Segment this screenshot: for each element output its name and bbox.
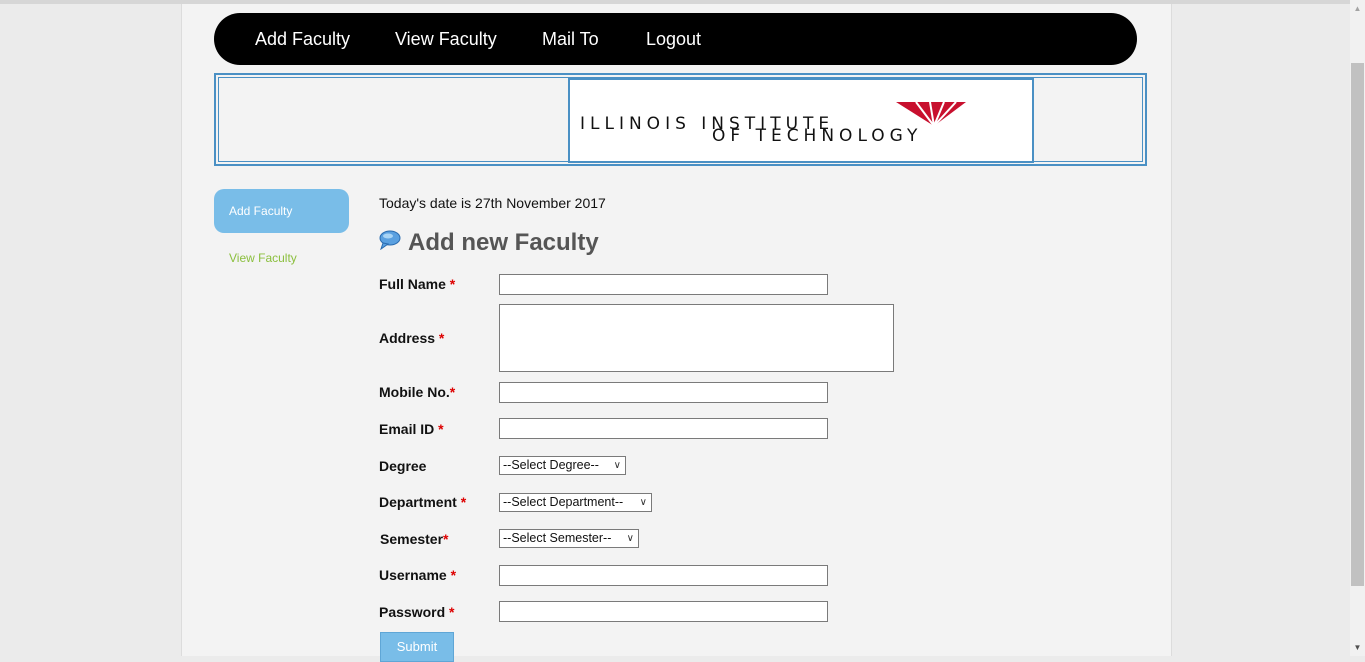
form-title: Add new Faculty bbox=[408, 229, 599, 256]
sidebar-item-view-faculty[interactable]: View Faculty bbox=[229, 251, 297, 265]
required-marker: * bbox=[460, 494, 467, 510]
username-label: Username * bbox=[379, 567, 457, 583]
required-marker: * bbox=[438, 421, 444, 437]
nav-add-faculty[interactable]: Add Faculty bbox=[255, 13, 350, 65]
full-name-label: Full Name * bbox=[379, 276, 456, 292]
semester-select[interactable]: --Select Semester-- ∨ bbox=[499, 529, 639, 548]
degree-select[interactable]: --Select Degree-- ∨ bbox=[499, 456, 626, 475]
degree-label: Degree bbox=[379, 458, 427, 474]
semester-label: Semester* bbox=[380, 531, 449, 547]
date-text: Today's date is 27th November 2017 bbox=[379, 195, 606, 211]
iit-logo: ILLINOIS INSTITUTE OF TECHNOLOGY bbox=[568, 78, 1034, 163]
sidebar-item-add-faculty[interactable]: Add Faculty bbox=[214, 189, 349, 233]
password-input[interactable] bbox=[499, 601, 828, 622]
semester-select-value: --Select Semester-- bbox=[503, 531, 612, 545]
required-marker: * bbox=[450, 567, 457, 583]
nav-logout[interactable]: Logout bbox=[646, 13, 701, 65]
nav-mail-to[interactable]: Mail To bbox=[542, 13, 599, 65]
chevron-down-icon: ∨ bbox=[626, 533, 634, 544]
scrollbar-thumb[interactable] bbox=[1351, 63, 1364, 586]
full-name-input[interactable] bbox=[499, 274, 828, 295]
required-marker: * bbox=[438, 330, 445, 346]
mobile-input[interactable] bbox=[499, 382, 828, 403]
address-label: Address * bbox=[379, 330, 445, 346]
required-marker: * bbox=[449, 384, 456, 400]
top-navbar: Add Faculty View Faculty Mail To Logout bbox=[214, 13, 1137, 65]
submit-button[interactable]: Submit bbox=[380, 632, 454, 662]
page-scrollbar[interactable]: ▲ ▼ bbox=[1350, 0, 1365, 656]
email-input[interactable] bbox=[499, 418, 828, 439]
department-select[interactable]: --Select Department-- ∨ bbox=[499, 493, 652, 512]
chevron-down-icon: ∨ bbox=[639, 497, 647, 508]
speech-bubble-icon bbox=[379, 230, 401, 250]
department-select-value: --Select Department-- bbox=[503, 495, 624, 509]
required-marker: * bbox=[449, 604, 455, 620]
iit-logo-mark-icon bbox=[896, 102, 966, 127]
username-input[interactable] bbox=[499, 565, 828, 586]
mobile-label: Mobile No.* bbox=[379, 384, 456, 400]
email-label: Email ID * bbox=[379, 421, 444, 437]
address-textarea[interactable] bbox=[499, 304, 894, 372]
department-label: Department * bbox=[379, 494, 467, 510]
scroll-up-arrow-icon[interactable]: ▲ bbox=[1350, 0, 1365, 17]
logo-text-line2: OF TECHNOLOGY bbox=[712, 126, 923, 146]
chevron-down-icon: ∨ bbox=[613, 460, 621, 471]
required-marker: * bbox=[449, 276, 456, 292]
nav-view-faculty[interactable]: View Faculty bbox=[395, 13, 497, 65]
degree-select-value: --Select Degree-- bbox=[503, 458, 599, 472]
scroll-down-arrow-icon[interactable]: ▼ bbox=[1350, 639, 1365, 656]
password-label: Password * bbox=[379, 604, 455, 620]
required-marker: * bbox=[443, 531, 449, 547]
